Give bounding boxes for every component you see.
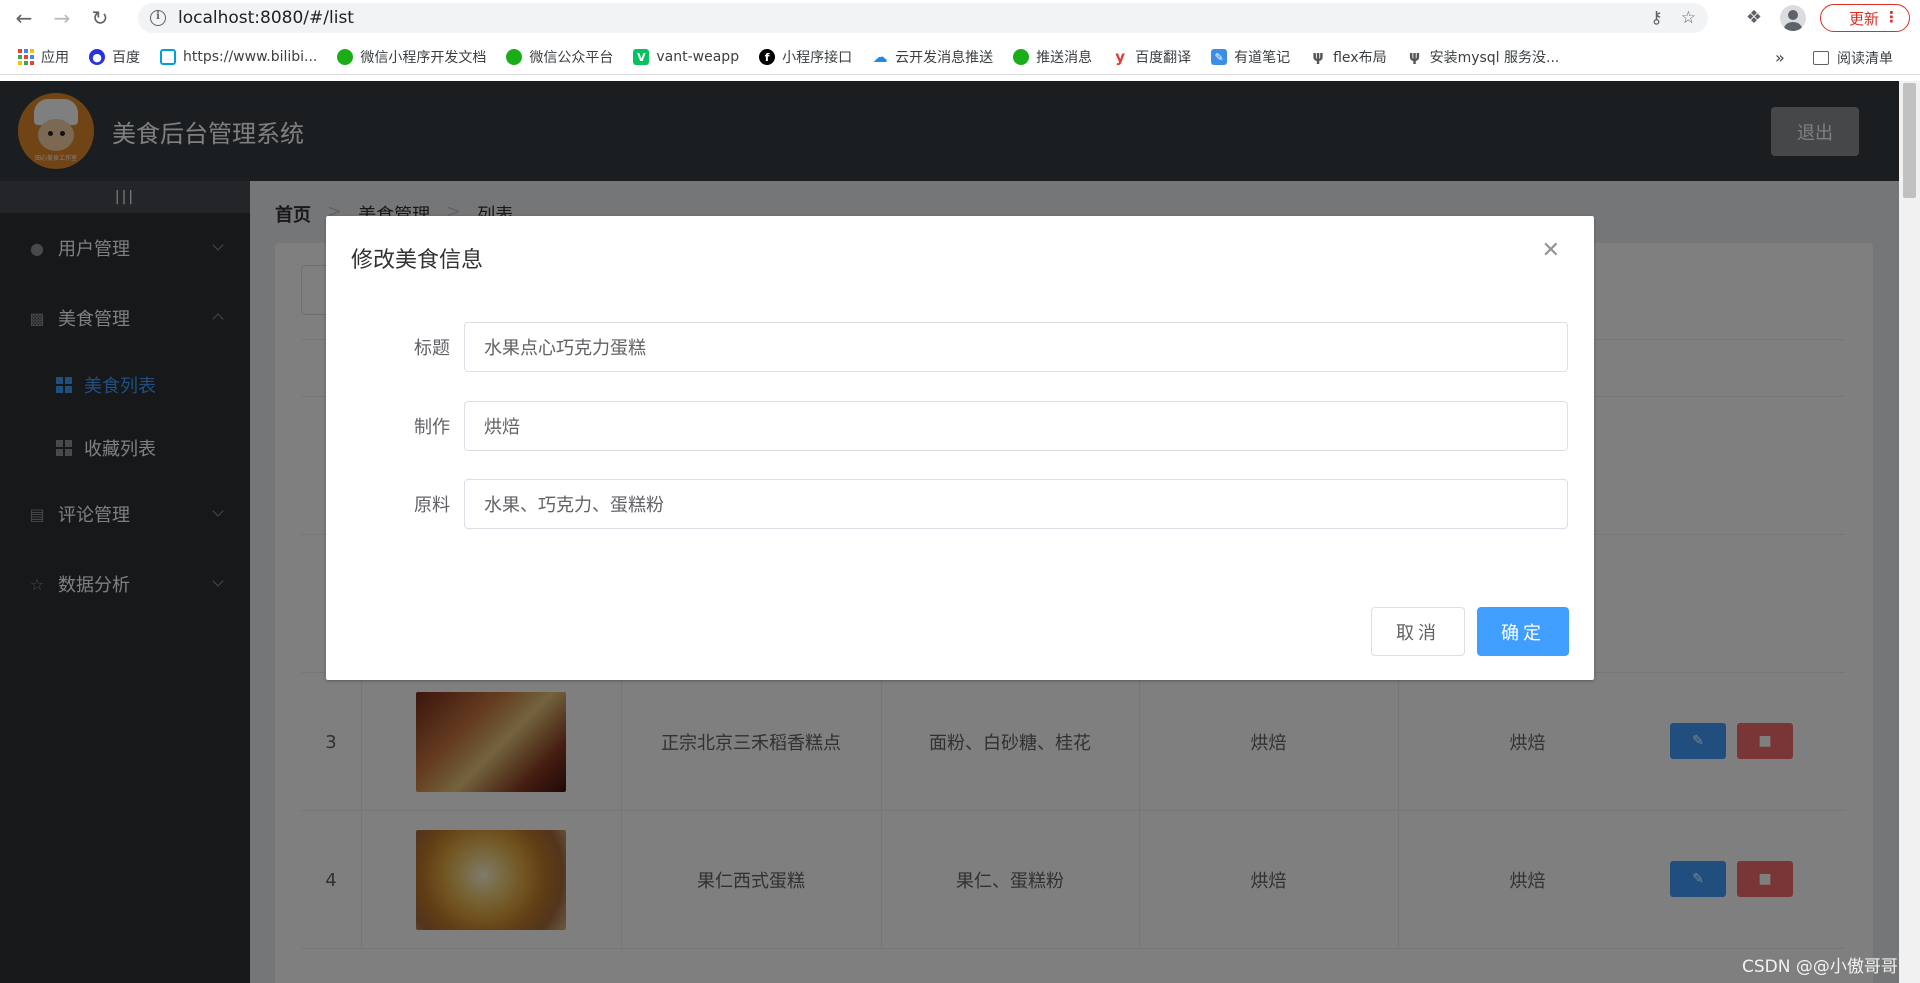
reading-list-icon — [1813, 50, 1829, 65]
wechat-icon — [337, 49, 354, 65]
dialog-footer: 取消 确定 — [1371, 607, 1569, 656]
vsco-icon: ψ — [1406, 49, 1423, 65]
bookmark-baidu-translate[interactable]: y 百度翻译 — [1112, 47, 1191, 67]
address-bar[interactable]: i localhost:8080/#/list ⚷ ☆ — [138, 3, 1708, 33]
bookmark-wechat-docs[interactable]: 微信小程序开发文档 — [337, 47, 486, 67]
bookmark-label: 微信小程序开发文档 — [360, 50, 487, 66]
bookmark-mini-api[interactable]: f 小程序接口 — [759, 47, 852, 67]
bookmark-label: 有道笔记 — [1234, 50, 1291, 66]
more-bookmarks-chevron-icon[interactable]: » — [1775, 48, 1785, 67]
form-row-make: 制作 烘焙 — [326, 401, 1594, 451]
update-button[interactable]: 更新 ⋮ — [1820, 4, 1910, 32]
bookmarks-bar: 应用 ● 百度 https://www.bilibi... 微信小程序开发文档 微… — [0, 40, 1920, 75]
bookmark-youdao[interactable]: ✎ 有道笔记 — [1211, 47, 1290, 67]
reading-list[interactable]: 阅读清单 — [1813, 40, 1893, 75]
confirm-button[interactable]: 确定 — [1477, 607, 1569, 656]
bilibili-tv-icon — [160, 49, 176, 65]
info-icon[interactable]: i — [150, 10, 166, 26]
key-icon[interactable]: ⚷ — [1650, 8, 1662, 28]
vsco-icon: ψ — [1310, 49, 1327, 65]
ingredients-input[interactable]: 水果、巧克力、蛋糕粉 — [464, 479, 1568, 529]
baidu-paw-icon: ● — [89, 49, 105, 65]
bookmark-vant[interactable]: Vvant-weapp — [633, 49, 739, 65]
profile-avatar-icon[interactable] — [1780, 5, 1806, 31]
bookmark-apps[interactable]: 应用 — [18, 47, 69, 67]
title-label: 标题 — [414, 338, 450, 359]
bookmark-label: 百度 — [112, 50, 140, 66]
bookmark-label: vant-weapp — [656, 49, 740, 65]
form-row-ingredients: 原料 水果、巧克力、蛋糕粉 — [326, 479, 1594, 529]
form-row-title: 标题 水果点心巧克力蛋糕 — [326, 322, 1594, 372]
wechat-icon — [1013, 49, 1030, 65]
note-icon: ✎ — [1211, 49, 1228, 65]
bookmark-label: 推送消息 — [1036, 50, 1093, 66]
menu-dots-icon[interactable]: ⋮ — [1884, 8, 1899, 26]
bookmark-label: https://www.bilibi... — [183, 49, 318, 65]
watermark: CSDN @@小傲哥哥 — [1742, 957, 1898, 977]
vant-icon: V — [633, 49, 650, 65]
bookmark-label: 安装mysql 服务没... — [1429, 50, 1560, 66]
bookmark-label: 百度翻译 — [1135, 50, 1192, 66]
bookmark-baidu[interactable]: ● 百度 — [89, 47, 140, 67]
reading-list-label: 阅读清单 — [1837, 50, 1893, 67]
extensions-puzzle-icon[interactable]: ❖ — [1742, 6, 1766, 30]
apps-grid-icon — [18, 49, 34, 65]
page-scrollbar[interactable] — [1899, 81, 1920, 983]
bookmark-bilibili[interactable]: https://www.bilibi... — [160, 49, 317, 65]
f-circle-icon: f — [759, 49, 776, 65]
make-label: 制作 — [414, 417, 450, 438]
reload-icon[interactable]: ↻ — [86, 4, 114, 32]
browser-toolbar: ← → ↻ i localhost:8080/#/list ⚷ ☆ ❖ 更新 ⋮ — [0, 0, 1920, 36]
bookmark-label: flex布局 — [1333, 50, 1387, 66]
bookmark-label: 应用 — [41, 50, 69, 66]
ingredients-label: 原料 — [414, 495, 450, 516]
star-icon[interactable]: ☆ — [1681, 8, 1696, 28]
cancel-button[interactable]: 取消 — [1371, 607, 1465, 656]
forward-arrow-icon[interactable]: → — [48, 4, 76, 32]
cloud-icon: ☁ — [872, 48, 889, 66]
title-input[interactable]: 水果点心巧克力蛋糕 — [464, 322, 1568, 372]
bookmark-label: 微信公众平台 — [529, 50, 614, 66]
close-icon[interactable]: ✕ — [1542, 240, 1560, 262]
wechat-icon — [506, 49, 523, 65]
url-text[interactable]: localhost:8080/#/list — [178, 8, 354, 28]
update-label: 更新 — [1849, 9, 1880, 28]
bookmark-label: 云开发消息推送 — [895, 50, 994, 66]
bookmark-cloud-push[interactable]: ☁ 云开发消息推送 — [872, 47, 993, 67]
make-input[interactable]: 烘焙 — [464, 401, 1568, 451]
bookmark-mysql[interactable]: ψ 安装mysql 服务没... — [1406, 47, 1560, 67]
translate-y-icon: y — [1112, 48, 1129, 66]
bookmark-wechat-mp[interactable]: 微信公众平台 — [506, 47, 613, 67]
bookmark-label: 小程序接口 — [782, 50, 853, 66]
scrollbar-thumb[interactable] — [1903, 83, 1916, 198]
bookmark-flex[interactable]: ψ flex布局 — [1310, 47, 1387, 67]
edit-food-dialog: 修改美食信息 ✕ 标题 水果点心巧克力蛋糕 制作 烘焙 原料 水果、巧克力、蛋糕… — [326, 216, 1594, 680]
bookmark-push-msg[interactable]: 推送消息 — [1013, 47, 1092, 67]
back-arrow-icon[interactable]: ← — [10, 4, 38, 32]
dialog-title: 修改美食信息 — [351, 248, 484, 273]
